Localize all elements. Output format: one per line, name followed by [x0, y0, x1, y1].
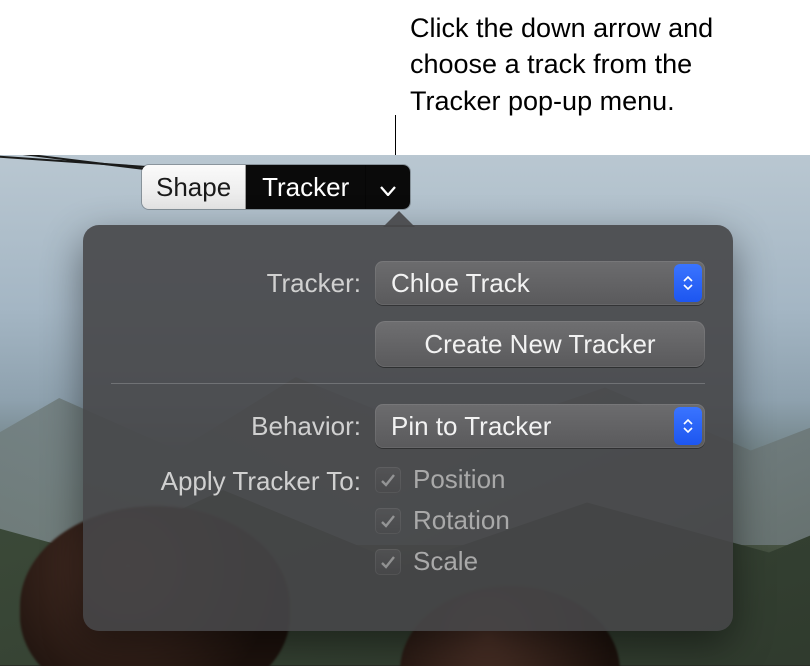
tab-shape-label: Shape [156, 172, 231, 203]
checkmark-icon [380, 505, 396, 536]
updown-stepper-icon [674, 264, 702, 302]
behavior-field-label: Behavior: [111, 411, 361, 442]
apply-tracker-to-label: Apply Tracker To: [111, 464, 361, 497]
create-new-tracker-button[interactable]: Create New Tracker [375, 321, 705, 367]
rotation-checkbox[interactable] [375, 508, 401, 534]
chevron-down-icon [380, 172, 396, 203]
hud-tabbar: Shape Tracker [142, 165, 410, 209]
behavior-select-value: Pin to Tracker [391, 411, 551, 442]
scale-checkbox[interactable] [375, 549, 401, 575]
callout-text: Click the down arrow and choose a track … [410, 10, 780, 119]
create-new-tracker-label: Create New Tracker [424, 329, 655, 360]
rotation-checkbox-label: Rotation [413, 505, 510, 536]
tracker-select[interactable]: Chloe Track [375, 261, 705, 305]
tracker-select-value: Chloe Track [391, 268, 530, 299]
updown-stepper-icon [674, 407, 702, 445]
behavior-select[interactable]: Pin to Tracker [375, 404, 705, 448]
tab-shape[interactable]: Shape [142, 165, 246, 209]
tracker-field-label: Tracker: [111, 268, 361, 299]
scale-checkbox-label: Scale [413, 546, 478, 577]
tab-dropdown-arrow[interactable] [366, 165, 410, 209]
position-checkbox[interactable] [375, 467, 401, 493]
tracker-popover: Tracker: Chloe Track Create New Tracker … [83, 225, 733, 631]
checkmark-icon [380, 546, 396, 577]
divider [111, 383, 705, 384]
tab-tracker-label: Tracker [262, 172, 349, 203]
tab-tracker[interactable]: Tracker [246, 165, 366, 209]
position-checkbox-label: Position [413, 464, 506, 495]
checkmark-icon [380, 464, 396, 495]
